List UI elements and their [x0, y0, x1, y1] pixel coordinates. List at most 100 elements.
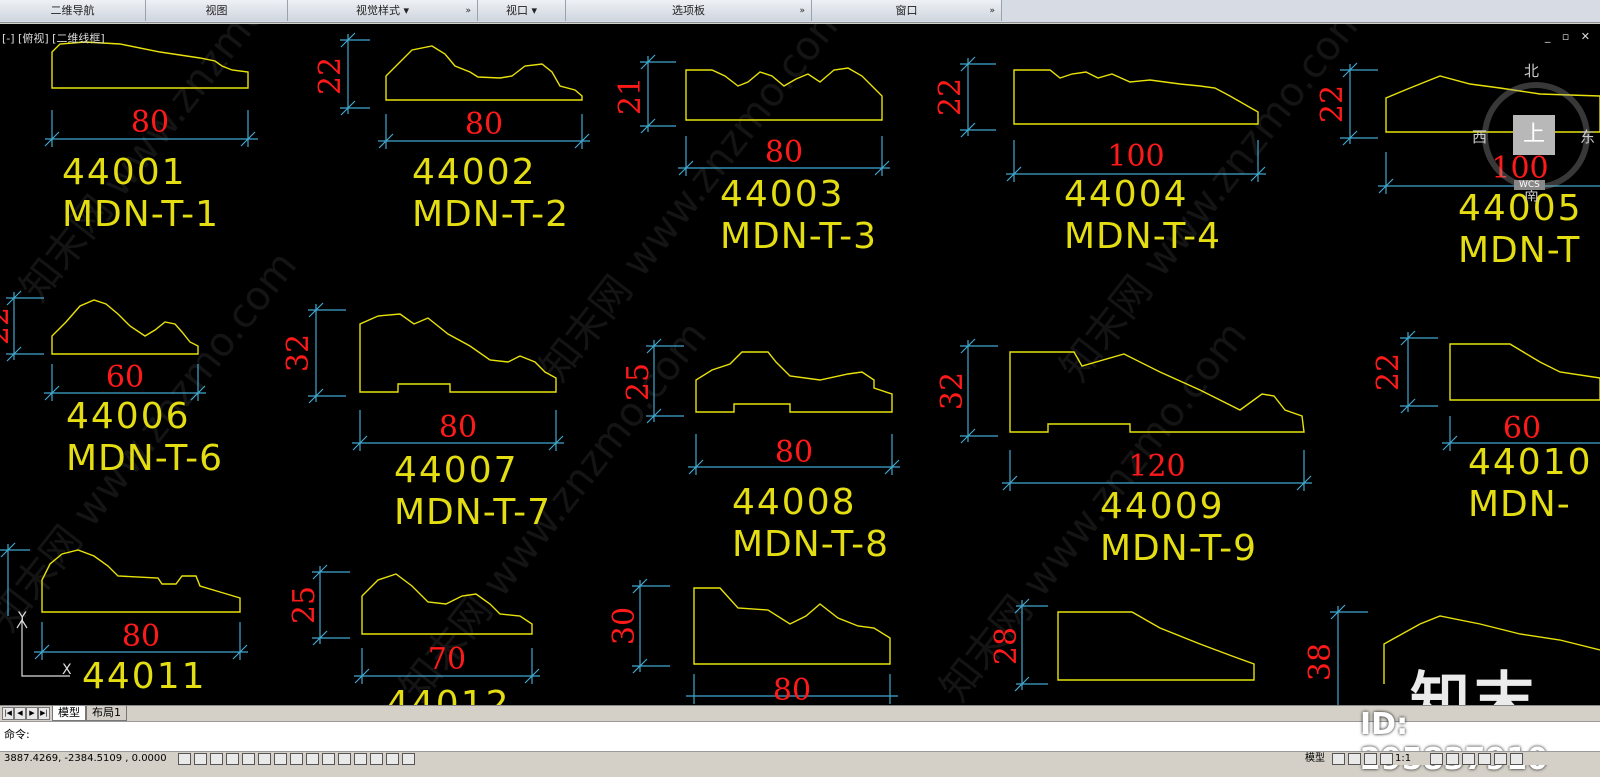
- ribbon-panel-2d-navigation[interactable]: 二维导航: [0, 0, 146, 21]
- pan-icon[interactable]: [1364, 753, 1377, 765]
- dropdown-arrow-icon[interactable]: ▾: [403, 4, 409, 17]
- profile-name: MDN-T-6: [66, 438, 223, 479]
- annotation-visibility-icon[interactable]: [1430, 753, 1443, 765]
- profile-code: 44010: [1468, 442, 1593, 483]
- dimension-width: 60: [106, 360, 144, 395]
- ribbon-panel-view[interactable]: 视图: [146, 0, 288, 21]
- compass-west-label[interactable]: 西: [1472, 126, 1487, 147]
- lock-icon[interactable]: [1462, 753, 1475, 765]
- dimension-width: 80: [775, 435, 813, 470]
- dimension-width: 80: [465, 107, 503, 142]
- dynamic-ucs-icon[interactable]: [306, 753, 319, 765]
- model-space-button[interactable]: 模型: [1305, 752, 1325, 765]
- ortho-mode-icon[interactable]: [226, 753, 239, 765]
- 3d-osnap-icon[interactable]: [274, 753, 287, 765]
- workspace-switching-icon[interactable]: [1446, 753, 1459, 765]
- profile-name: MDN-T-8: [732, 524, 889, 565]
- panel-expand-icon[interactable]: »: [799, 0, 805, 22]
- profile-name: MDN-T-3: [720, 216, 877, 257]
- object-snap-tracking-icon[interactable]: [290, 753, 303, 765]
- dimension-width: 60: [1503, 411, 1541, 446]
- transparency-icon[interactable]: [354, 753, 367, 765]
- dimension-height: 22: [313, 57, 348, 95]
- ribbon-panel-label: 窗口: [895, 4, 918, 17]
- quick-properties-icon[interactable]: [370, 753, 383, 765]
- panel-expand-icon[interactable]: »: [989, 0, 995, 22]
- annotation-monitor-icon[interactable]: [402, 753, 415, 765]
- ribbon-panel-viewports[interactable]: 视口 ▾: [478, 0, 566, 21]
- dropdown-arrow-icon[interactable]: ▾: [531, 4, 537, 17]
- status-bar: 3887.4269, -2384.5109 , 0.0000 模型 1:1: [0, 751, 1600, 765]
- first-tab-button[interactable]: |◀: [2, 707, 14, 720]
- profile-44002[interactable]: 22 80 44002 MDN-T-2: [313, 32, 590, 235]
- profile-44007[interactable]: 32 80 44007 MDN-T-7: [281, 302, 564, 533]
- panel-expand-icon[interactable]: »: [465, 0, 471, 22]
- profile-code: 44007: [394, 450, 519, 491]
- ribbon-panel-label: 视口: [505, 4, 528, 17]
- compass-east-label[interactable]: 东: [1580, 126, 1595, 147]
- lineweight-icon[interactable]: [338, 753, 351, 765]
- dimension-width: 80: [439, 410, 477, 445]
- brand-logo: 知末: [1410, 666, 1538, 705]
- zoom-icon[interactable]: [1380, 753, 1393, 765]
- cad-drawing: 知末网 www.znzmo.com 知末网 www.znzmo.com 知末网 …: [0, 24, 1600, 705]
- ribbon-panel-window[interactable]: 窗口 »: [812, 0, 1002, 21]
- dimension-height: 32: [935, 372, 970, 410]
- dimension-height: 22: [1315, 85, 1350, 123]
- profile-code: 44009: [1100, 486, 1225, 527]
- dimension-height: 22: [0, 307, 16, 345]
- profile-code: 44006: [66, 396, 191, 437]
- dimension-height: 32: [281, 334, 316, 372]
- profile-code: 44002: [412, 152, 537, 193]
- profile-name: MDN-T: [1458, 230, 1580, 271]
- dimension-height: 22: [1371, 353, 1406, 391]
- quick-view-layouts-icon[interactable]: [1332, 753, 1345, 765]
- isolate-objects-icon[interactable]: [1494, 753, 1507, 765]
- profile-name: MDN-T-9: [1100, 528, 1257, 569]
- ribbon-panel-bar: 二维导航 视图 视觉样式 ▾ » 视口 ▾ 选项板 » 窗口 »: [0, 0, 1600, 23]
- snap-mode-icon[interactable]: [194, 753, 207, 765]
- prev-tab-button[interactable]: ◀: [14, 707, 26, 720]
- tab-layout1[interactable]: 布局1: [86, 706, 127, 721]
- profile-name: MDN-T-1: [62, 194, 219, 235]
- viewcube-top-face[interactable]: 上: [1513, 115, 1555, 155]
- object-snap-icon[interactable]: [258, 753, 271, 765]
- ribbon-panel-visual-styles[interactable]: 视觉样式 ▾ »: [288, 0, 478, 21]
- drawing-canvas[interactable]: 知末网 www.znzmo.com 知末网 www.znzmo.com 知末网 …: [0, 24, 1600, 705]
- tab-model[interactable]: 模型: [52, 706, 86, 721]
- quick-view-drawings-icon[interactable]: [1348, 753, 1361, 765]
- brand-id-text: ID: 295837910: [1360, 707, 1548, 777]
- infer-constraints-icon[interactable]: [178, 753, 191, 765]
- dimension-height: 28: [989, 627, 1024, 665]
- wcs-menu[interactable]: WCS: [1514, 180, 1545, 190]
- polar-tracking-icon[interactable]: [242, 753, 255, 765]
- compass-north-label[interactable]: 北: [1524, 60, 1539, 81]
- clean-screen-icon[interactable]: [1510, 753, 1523, 765]
- dimension-height: 22: [933, 78, 968, 116]
- profile-code: 44012: [386, 684, 511, 705]
- dimension-height: 38: [1303, 643, 1338, 681]
- cursor-coordinates: 3887.4269, -2384.5109 , 0.0000: [4, 753, 167, 764]
- dimension-width: 80: [122, 619, 160, 654]
- selection-cycling-icon[interactable]: [386, 753, 399, 765]
- grid-display-icon[interactable]: [210, 753, 223, 765]
- hardware-acceleration-icon[interactable]: [1478, 753, 1491, 765]
- dynamic-input-icon[interactable]: [322, 753, 335, 765]
- dimension-width: 80: [773, 673, 811, 705]
- viewport-label[interactable]: [-] [俯视] [二维线框]: [2, 30, 105, 46]
- ribbon-panel-label: 视觉样式: [355, 4, 400, 17]
- ucs-x-label: X: [62, 662, 72, 678]
- profile-code: 44001: [62, 152, 187, 193]
- ucs-y-label: Y: [17, 610, 27, 626]
- ribbon-panel-palettes[interactable]: 选项板 »: [566, 0, 812, 21]
- viewport-window-buttons[interactable]: _ ▫ ✕: [1545, 30, 1594, 43]
- last-tab-button[interactable]: ▶|: [38, 707, 50, 720]
- dimension-width: 80: [131, 105, 169, 140]
- profile-code: 44008: [732, 482, 857, 523]
- next-tab-button[interactable]: ▶: [26, 707, 38, 720]
- profile-name: MDN-T-7: [394, 492, 551, 533]
- profile-code: 44011: [82, 656, 207, 697]
- profile-44010[interactable]: 22 60 44010 MDN-: [1371, 330, 1600, 525]
- annotation-scale[interactable]: 1:1: [1395, 752, 1411, 765]
- profile-13[interactable]: 30 80: [607, 578, 898, 705]
